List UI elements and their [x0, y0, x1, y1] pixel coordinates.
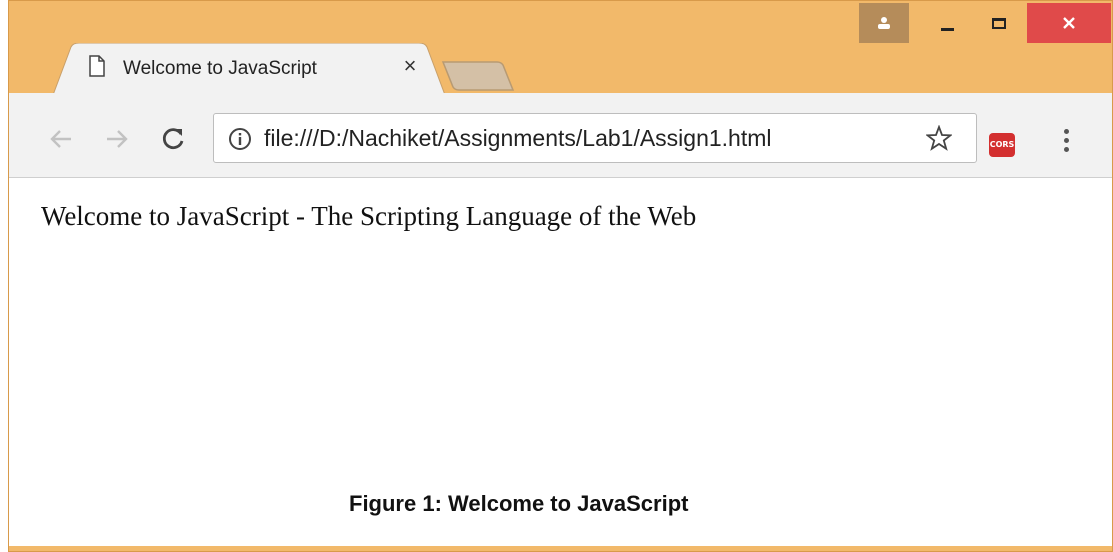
- user-icon: [878, 17, 890, 29]
- profile-button[interactable]: [859, 3, 909, 43]
- new-tab-button[interactable]: [441, 59, 515, 93]
- menu-icon[interactable]: [1061, 129, 1071, 159]
- browser-window: Welcome to JavaScript × file:///D:/Nachi…: [8, 0, 1113, 552]
- tab-close-button[interactable]: ×: [398, 54, 422, 78]
- arrow-left-icon: [50, 130, 71, 148]
- close-icon: [1063, 17, 1075, 29]
- address-bar[interactable]: file:///D:/Nachiket/Assignments/Lab1/Ass…: [213, 113, 977, 163]
- bookmark-star-icon[interactable]: [926, 125, 952, 151]
- minimize-button[interactable]: [927, 3, 967, 43]
- reload-button[interactable]: [159, 125, 187, 153]
- page-heading: Welcome to JavaScript - The Scripting La…: [41, 201, 697, 231]
- close-window-button[interactable]: [1027, 3, 1111, 43]
- back-button[interactable]: [47, 125, 75, 153]
- tab-title: Welcome to JavaScript: [123, 58, 317, 79]
- url-text: file:///D:/Nachiket/Assignments/Lab1/Ass…: [264, 125, 772, 151]
- minimize-icon: [940, 27, 954, 31]
- document-icon: [89, 55, 105, 77]
- tab-welcome-to-javascript[interactable]: Welcome to JavaScript ×: [53, 43, 447, 95]
- forward-button[interactable]: [103, 125, 131, 153]
- cors-extension-button[interactable]: CORS: [989, 133, 1015, 157]
- reload-icon: [162, 128, 184, 150]
- maximize-icon: [992, 17, 1006, 29]
- info-icon[interactable]: [228, 127, 252, 151]
- figure-caption: Figure 1: Welcome to JavaScript: [349, 491, 689, 516]
- maximize-button[interactable]: [975, 3, 1023, 43]
- arrow-right-icon: [107, 130, 128, 148]
- browser-toolbar: file:///D:/Nachiket/Assignments/Lab1/Ass…: [9, 93, 1112, 178]
